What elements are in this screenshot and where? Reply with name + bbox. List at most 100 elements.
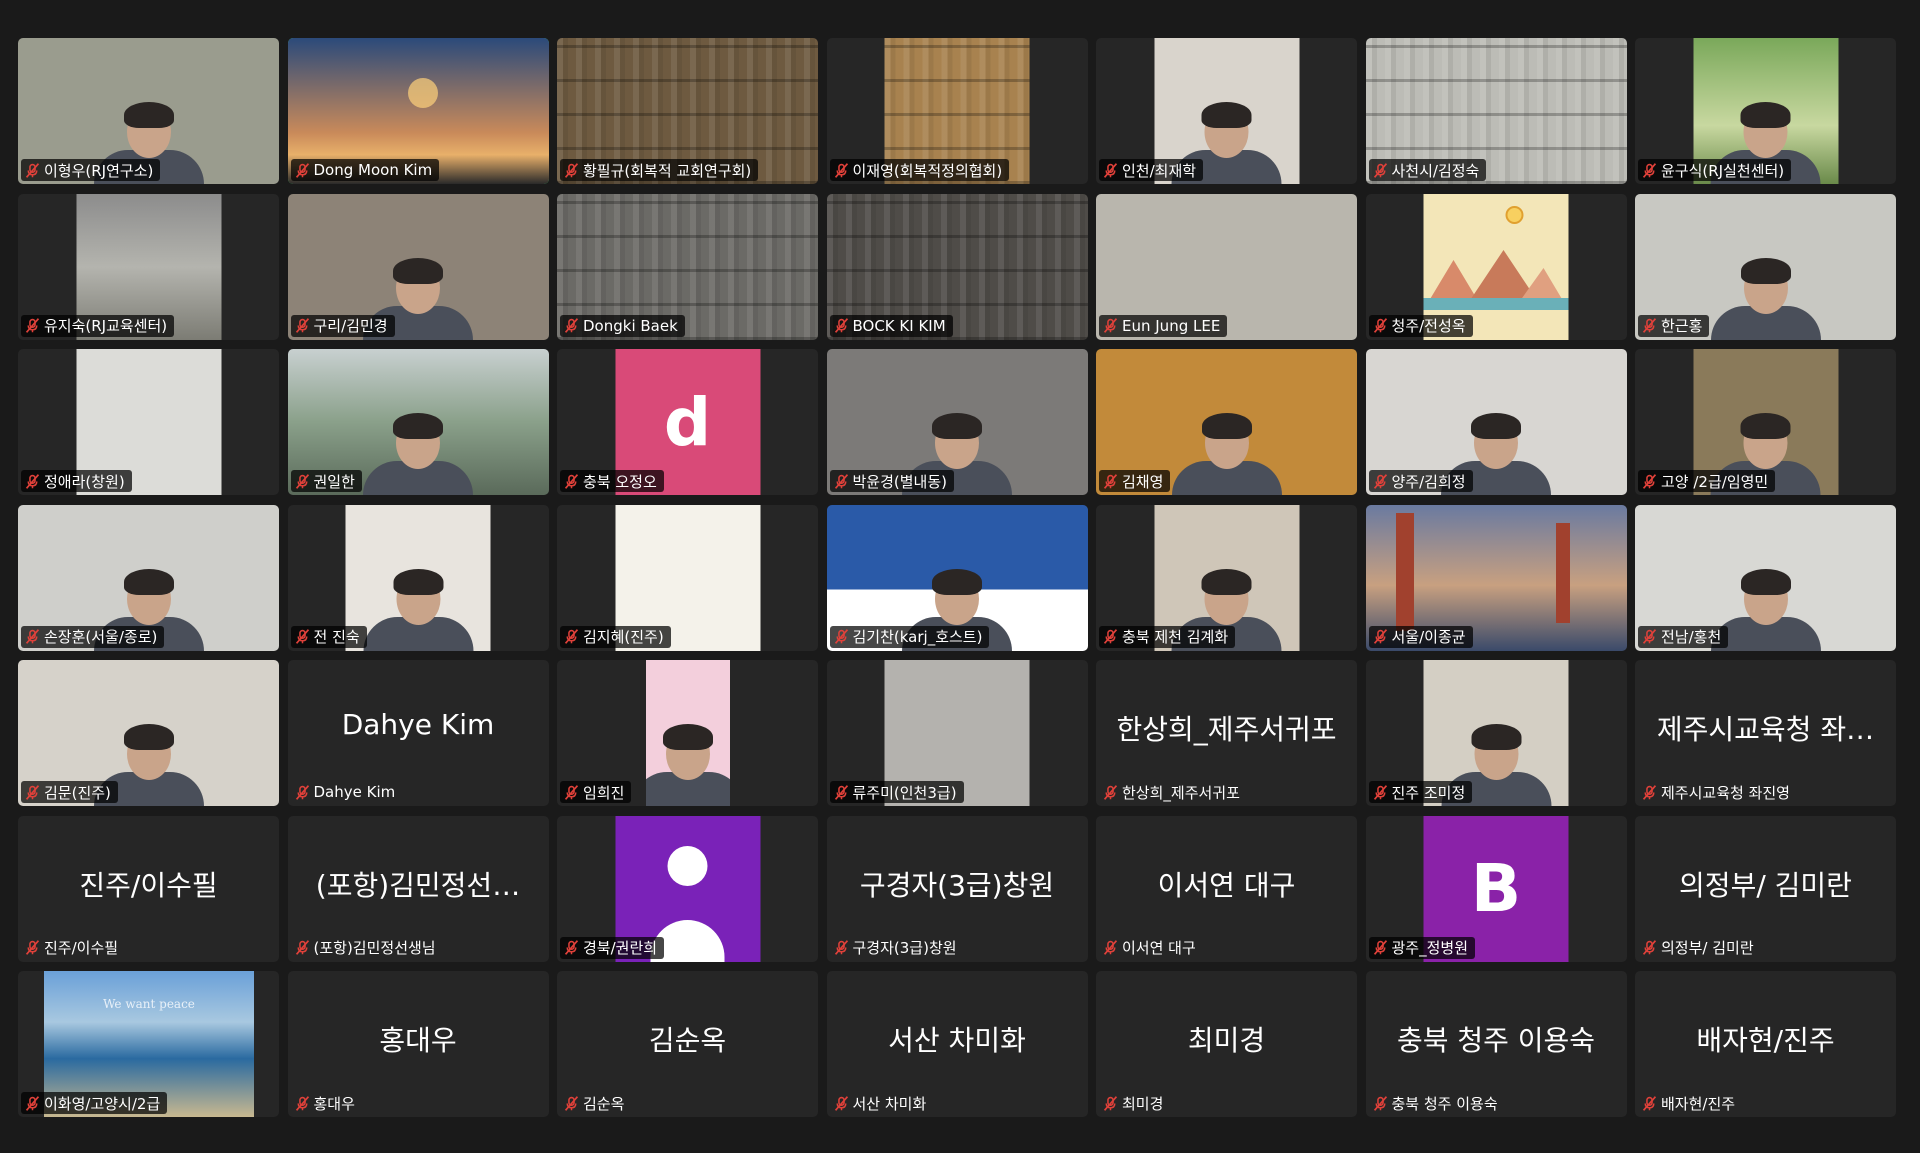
participant-tile[interactable]: 서울/이종균 (1365, 504, 1627, 651)
mic-off-icon (834, 629, 848, 644)
display-name-large: 이서연 대구 (1157, 868, 1296, 902)
display-name-large: 의정부/ 김미란 (1679, 868, 1852, 902)
participant-tile[interactable]: 서산 차미화 서산 차미화 (826, 971, 1088, 1117)
participant-tile[interactable]: 이서연 대구 이서연 대구 (1096, 815, 1357, 962)
participant-tile[interactable]: 전남/홍천 (1635, 504, 1896, 651)
participant-tile[interactable]: Dongki Baek (557, 193, 818, 340)
participant-name: BOCK KI KIM (852, 316, 946, 335)
mic-off-icon (25, 162, 40, 178)
participant-tile[interactable]: 고양 /2급/임영민 (1635, 349, 1896, 495)
participant-tile[interactable]: 구리/김민경 (287, 193, 549, 340)
participant-name: 전 진숙 (313, 628, 360, 646)
participant-tile[interactable]: 류주미(인천3급) (826, 660, 1088, 806)
mic-off-icon (25, 473, 40, 489)
mic-off-icon (1103, 473, 1118, 489)
participant-name: 권일한 (313, 472, 355, 491)
mic-off-icon (295, 784, 309, 800)
sun-glow (407, 78, 438, 108)
participant-tile[interactable]: 유지숙(RJ교육센터) (18, 193, 279, 340)
display-name-large: 진주/이수필 (79, 868, 218, 902)
participant-tile[interactable]: 김순옥 김순옥 (557, 971, 818, 1117)
mic-off-icon (1373, 1095, 1387, 1111)
participant-tile[interactable]: 진주/이수필 진주/이수필 (18, 815, 279, 962)
participant-tile[interactable]: B 광주_정병원 (1365, 815, 1627, 962)
participant-tile[interactable]: 경북/권란희 (557, 815, 818, 962)
participant-name: 인천/최재학 (1122, 161, 1197, 180)
mic-off-icon (1373, 784, 1387, 800)
name-label: Eun Jung LEE (1099, 314, 1228, 337)
participant-tile[interactable]: Dong Moon Kim (287, 38, 549, 184)
name-label: 충북 청주 이용숙 (1369, 1092, 1505, 1114)
name-label: 이화영/고양시/2급 (21, 1092, 168, 1114)
participant-name: 윤구식(RJ실천센터) (1661, 161, 1785, 180)
participant-tile[interactable]: 이재영(회복적정의협회) (826, 38, 1088, 184)
name-label: Dahye Kim (291, 781, 403, 803)
mic-off-icon (834, 318, 848, 333)
participant-tile[interactable]: 구경자(3급)창원 구경자(3급)창원 (826, 815, 1088, 962)
name-label: 구경자(3급)창원 (830, 937, 964, 959)
participant-name: 진주/이수필 (44, 939, 119, 957)
mic-off-icon (1642, 473, 1657, 489)
mic-off-icon (25, 940, 40, 955)
participant-name: 의정부/ 김미란 (1661, 939, 1754, 957)
display-name-large: 한상희_제주서귀포 (1116, 713, 1337, 746)
name-label: 서울/이종균 (1368, 625, 1473, 648)
display-name-large: 서산 차미화 (888, 1024, 1026, 1057)
participant-tile[interactable]: 충북 청주 이용숙 충북 청주 이용숙 (1365, 971, 1627, 1117)
participant-tile[interactable]: BOCK KI KIM (826, 193, 1088, 340)
participant-tile[interactable]: 김기찬(karj_호스트) (826, 504, 1088, 651)
participant-tile[interactable]: 김문(진주) (18, 660, 279, 806)
name-label: BOCK KI KIM (829, 314, 953, 337)
name-label: 권일한 (290, 470, 362, 492)
name-label: Dongki Baek (560, 314, 685, 337)
participant-tile[interactable]: 사천시/김정숙 (1365, 38, 1627, 184)
participant-name: 충북 청주 이용숙 (1391, 1094, 1498, 1113)
participant-name: 구경자(3급)창원 (852, 939, 957, 957)
participant-tile[interactable]: 제주시교육청 좌… 제주시교육청 좌진영 (1635, 660, 1896, 806)
participant-tile[interactable]: 진주 조미정 (1365, 660, 1627, 806)
participant-tile[interactable]: Dahye Kim Dahye Kim (287, 660, 549, 806)
participant-tile[interactable]: 김채영 (1096, 349, 1357, 495)
name-label: 손장훈(서울/종로) (21, 625, 165, 648)
mic-off-icon (1103, 784, 1118, 800)
name-label: 홍대우 (291, 1092, 362, 1114)
name-label: 김채영 (1099, 470, 1171, 492)
participant-tile[interactable]: 황필규(회복적 교회연구회) (557, 38, 818, 184)
participant-tile[interactable]: 전 진숙 (287, 504, 549, 651)
participant-name: 사천시/김정숙 (1391, 161, 1480, 180)
participant-name: 김기찬(karj_호스트) (852, 628, 983, 646)
participant-tile[interactable]: 인천/최재학 (1096, 38, 1357, 184)
participant-tile[interactable]: 윤구식(RJ실천센터) (1635, 38, 1896, 184)
participant-tile[interactable]: 의정부/ 김미란 의정부/ 김미란 (1635, 815, 1896, 962)
participant-tile[interactable]: 김지혜(진주) (557, 504, 818, 651)
participant-tile[interactable]: 청주/전성옥 (1365, 193, 1627, 340)
participant-tile[interactable]: 이형우(RJ연구소) (18, 38, 279, 184)
participant-name: 박윤경(별내동) (852, 472, 948, 491)
participant-tile[interactable]: 충북 제천 김계화 (1096, 504, 1357, 651)
participant-tile[interactable]: 권일한 (287, 349, 549, 495)
participant-tile[interactable]: 양주/김희정 (1365, 349, 1627, 495)
video-feed (345, 504, 491, 651)
participant-tile[interactable]: 박윤경(별내동) (826, 349, 1088, 495)
display-name-large: 최미경 (1187, 1024, 1266, 1057)
name-label: 이재영(회복적정의협회) (829, 159, 1010, 181)
participant-tile[interactable]: 최미경 최미경 (1096, 971, 1357, 1117)
participant-tile[interactable]: (포항)김민정선… (포항)김민정선생님 (287, 815, 549, 962)
participant-tile[interactable]: 정애라(창원) (18, 349, 279, 495)
name-label: 구리/김민경 (290, 314, 395, 337)
participant-tile[interactable]: 임희진 (557, 660, 818, 806)
name-label: 최미경 (1099, 1092, 1170, 1114)
participant-tile[interactable]: Eun Jung LEE (1096, 193, 1357, 340)
mic-off-icon (25, 629, 40, 644)
mic-off-icon (1103, 318, 1118, 333)
participant-tile[interactable]: d 충북 오정오 (557, 349, 818, 495)
participant-tile[interactable]: 손장훈(서울/종로) (18, 504, 279, 651)
mic-off-icon (25, 1095, 40, 1111)
participant-tile[interactable]: We want peace 이화영/고양시/2급 (18, 971, 279, 1117)
participant-name: 최미경 (1122, 1094, 1164, 1113)
mic-off-icon (1642, 629, 1657, 644)
participant-tile[interactable]: 홍대우 홍대우 (287, 971, 549, 1117)
participant-tile[interactable]: 한근홍 (1635, 193, 1896, 340)
participant-tile[interactable]: 한상희_제주서귀포 한상희_제주서귀포 (1096, 660, 1357, 806)
participant-tile[interactable]: 배자현/진주 배자현/진주 (1635, 971, 1896, 1117)
